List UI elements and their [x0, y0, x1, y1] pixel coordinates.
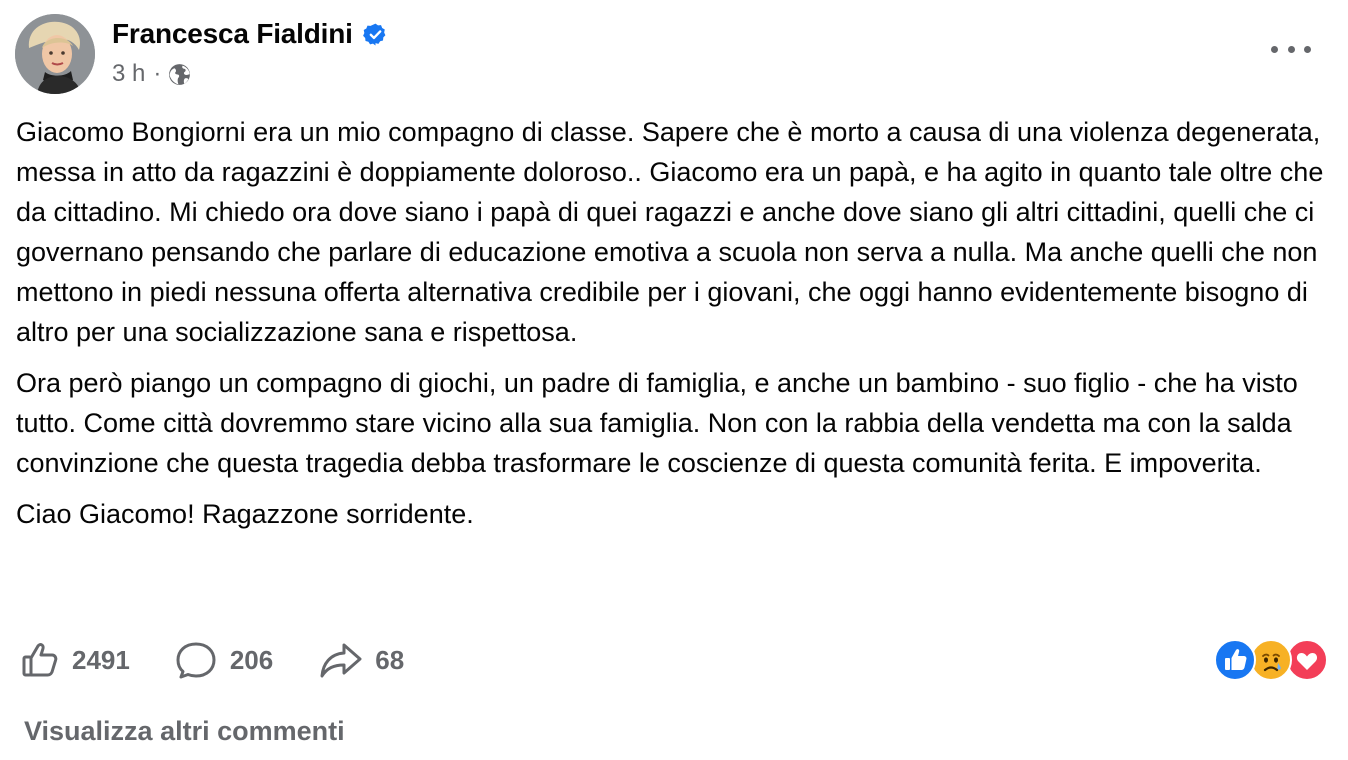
more-options-button[interactable] — [1271, 35, 1311, 63]
verified-badge-icon — [362, 23, 386, 45]
post-paragraph: Ora però piango un compagno di giochi, u… — [16, 368, 1298, 478]
post-actions: 2491 206 68 — [20, 636, 404, 684]
meta-separator: · — [153, 60, 162, 87]
comment-icon — [176, 642, 216, 679]
sad-reaction-icon — [1250, 639, 1292, 681]
author-name[interactable]: Francesca Fialdini — [112, 18, 388, 50]
post-paragraph: Ciao Giacomo! Ragazzone sorridente. — [16, 499, 474, 529]
thumbs-up-icon — [22, 643, 58, 677]
more-dot — [1287, 45, 1295, 53]
avatar[interactable] — [15, 14, 95, 94]
facebook-post: Francesca Fialdini 3 h · Giacomo Bongior… — [0, 0, 1348, 760]
like-reaction-icon — [1214, 639, 1256, 681]
share-count: 68 — [375, 644, 405, 675]
like-button[interactable]: 2491 — [20, 640, 130, 680]
more-dot — [1271, 45, 1278, 53]
author-name-text[interactable]: Francesca Fialdini — [112, 18, 353, 50]
globe-icon[interactable] — [167, 62, 192, 87]
post-body: Giacomo Bongiorni era un mio compagno di… — [16, 112, 1336, 534]
like-count: 2491 — [72, 644, 130, 675]
post-time[interactable]: 3 h — [112, 60, 145, 88]
comment-button[interactable]: 206 — [174, 640, 273, 680]
comment-count: 206 — [229, 644, 274, 675]
post-paragraph: Giacomo Bongiorni era un mio compagno di… — [16, 117, 1324, 347]
post-meta: 3 h · — [112, 60, 192, 88]
avatar-photo — [15, 14, 95, 94]
more-dot — [1304, 45, 1311, 53]
view-more-comments-link[interactable]: Visualizza altri commenti — [24, 716, 345, 747]
share-button[interactable]: 68 — [319, 640, 404, 680]
reaction-summary[interactable] — [1214, 639, 1328, 681]
share-arrow-icon — [320, 643, 362, 678]
love-reaction-icon — [1286, 639, 1328, 681]
